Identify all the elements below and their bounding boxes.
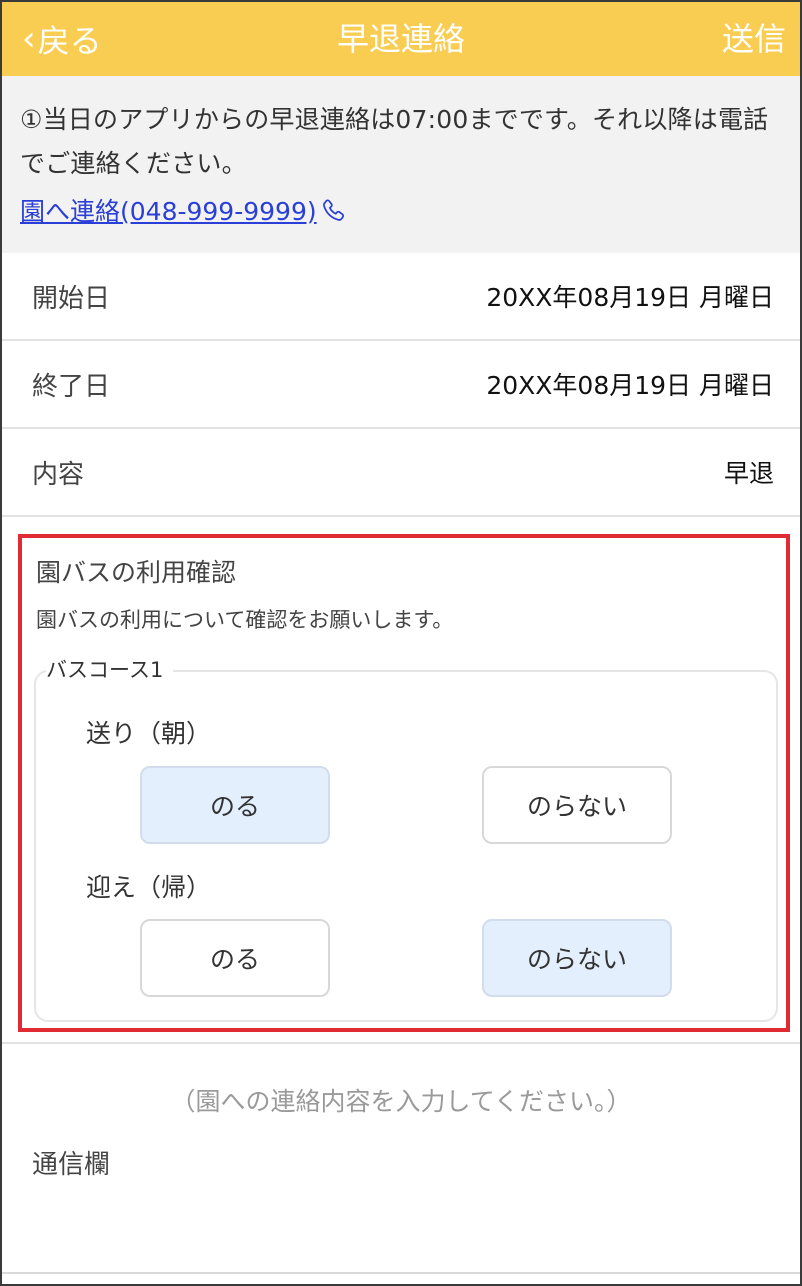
chevron-left-icon: ‹ [22, 19, 36, 59]
content-row[interactable]: 内容 早退 [2, 429, 800, 517]
send-off-no-ride-button[interactable]: のらない [482, 766, 672, 844]
content-label: 内容 [32, 459, 85, 490]
bus-course-box: バスコース1 送り（朝） のる のらない 迎え（帰） のる のらない [34, 654, 778, 1022]
notice-text: ①当日のアプリからの早退連絡は07:00までです。それ以降は電話でご連絡ください… [20, 105, 769, 178]
memo-label: 通信欄 [32, 1150, 111, 1180]
back-button[interactable]: ‹ 戻る [22, 16, 102, 62]
end-date-label: 終了日 [32, 371, 111, 402]
end-date-value: 20XX年08月19日 月曜日 [486, 371, 774, 400]
screen: ‹ 戻る 早退連絡 送信 ①当日のアプリからの早退連絡は07:00までです。それ… [0, 0, 802, 1286]
pick-up-label: 迎え（帰） [86, 873, 212, 902]
memo-input[interactable]: （園への連絡内容を入力してください。） [2, 1082, 800, 1118]
send-off-label: 送り（朝） [86, 719, 212, 748]
content-value: 早退 [723, 459, 774, 488]
phone-icon [322, 199, 344, 221]
send-off-ride-button[interactable]: のる [140, 766, 330, 844]
contact-link-label: 園へ連絡(048-999-9999) [20, 197, 317, 226]
bottom-divider [2, 1272, 800, 1274]
back-label: 戻る [37, 22, 102, 60]
contact-link[interactable]: 園へ連絡(048-999-9999) [20, 192, 347, 228]
bus-description: 園バスの利用について確認をお願いします。 [36, 608, 454, 632]
bus-course-label: バスコース1 [46, 654, 174, 684]
start-date-value: 20XX年08月19日 月曜日 [486, 283, 774, 312]
start-date-label: 開始日 [32, 283, 111, 314]
app-header: ‹ 戻る 早退連絡 送信 [2, 2, 800, 76]
end-date-row[interactable]: 終了日 20XX年08月19日 月曜日 [2, 341, 800, 429]
bus-title: 園バスの利用確認 [36, 558, 237, 587]
divider [2, 1042, 800, 1044]
pick-up-no-ride-button[interactable]: のらない [482, 919, 672, 997]
notice-banner: ①当日のアプリからの早退連絡は07:00までです。それ以降は電話でご連絡ください… [2, 76, 800, 253]
page-title: 早退連絡 [336, 20, 465, 58]
pick-up-ride-button[interactable]: のる [140, 919, 330, 997]
send-button[interactable]: 送信 [722, 16, 786, 62]
start-date-row[interactable]: 開始日 20XX年08月19日 月曜日 [2, 253, 800, 341]
bus-confirmation-section: 園バスの利用確認 園バスの利用について確認をお願いします。 バスコース1 送り（… [18, 534, 790, 1032]
